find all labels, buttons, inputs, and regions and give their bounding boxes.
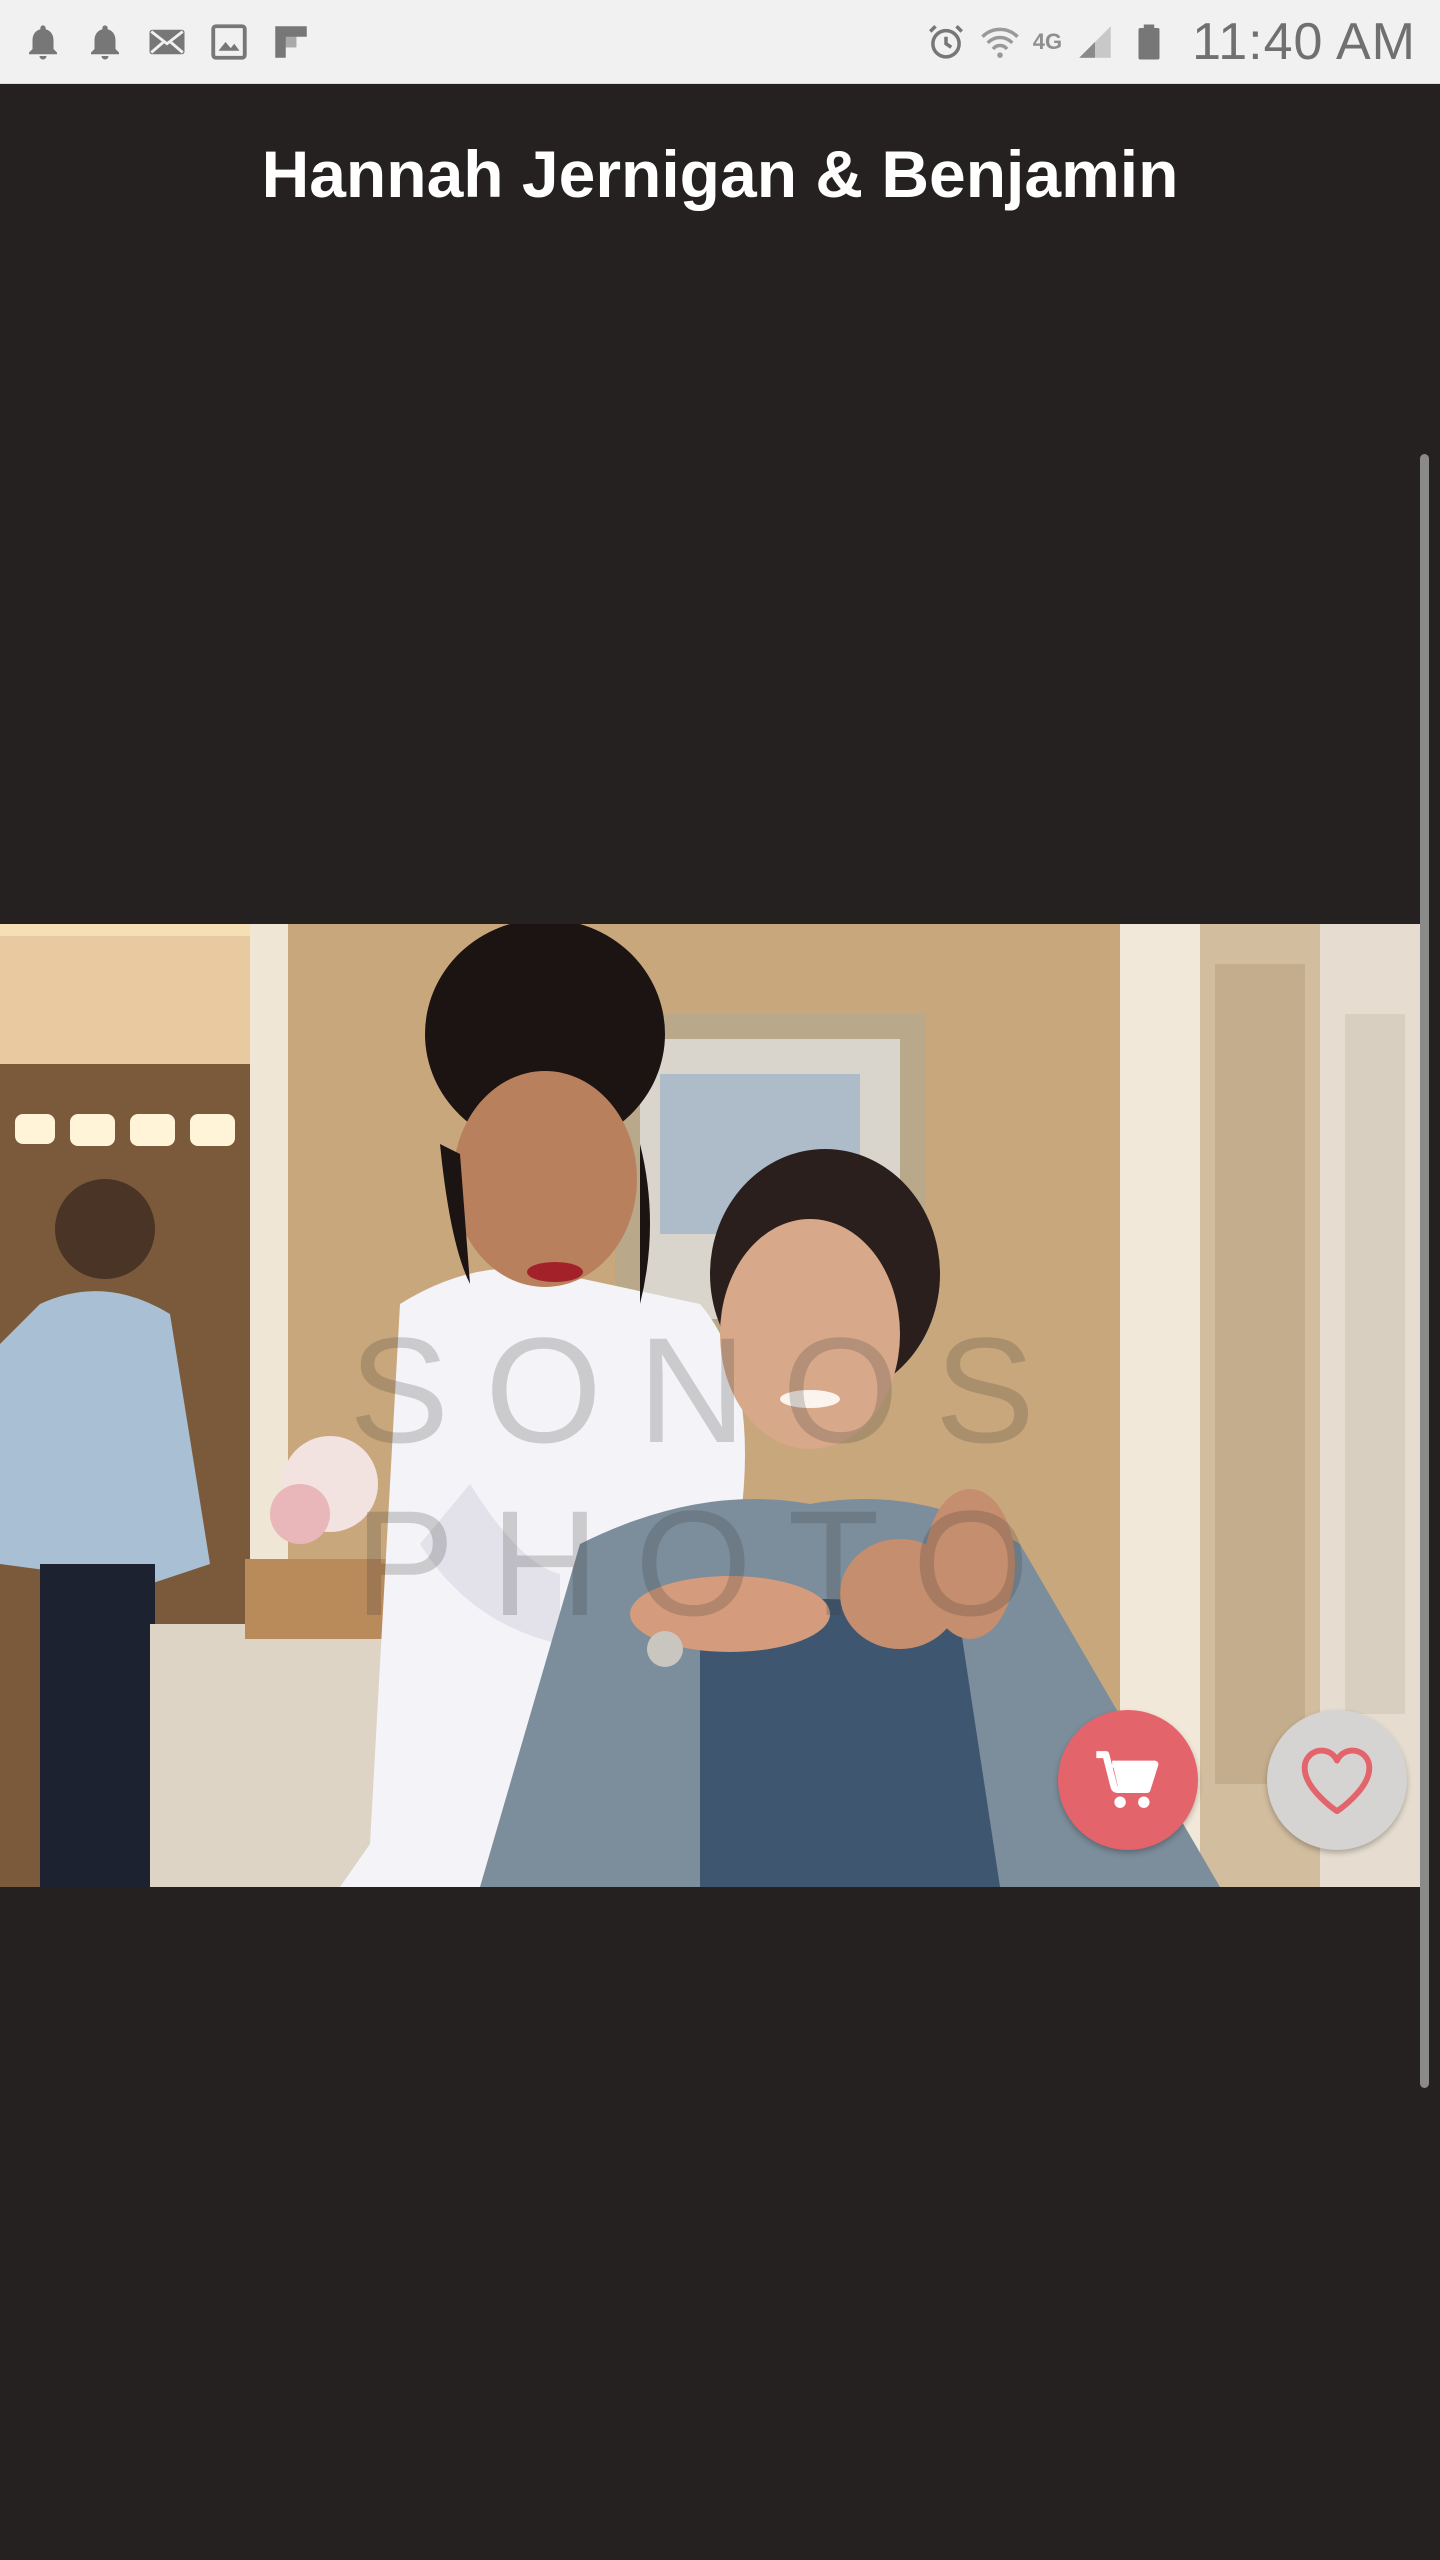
mail-icon [146,21,188,63]
network-type: 4G [1032,29,1063,54]
bell-icon [22,21,64,63]
cart-icon [1096,1751,1159,1808]
add-to-cart-button[interactable] [1058,1710,1198,1850]
notification-icons [22,18,312,66]
scrollbar[interactable] [1420,454,1429,2088]
favorite-button[interactable] [1267,1710,1407,1850]
page-title: Hannah Jernigan & Benjamin [261,137,1179,211]
gallery-photo[interactable]: SONOS PHOTO [0,924,1420,1887]
image-icon [208,21,250,63]
wifi-icon [979,21,1021,63]
signal-icon [1074,21,1116,63]
photo-watermark: SONOS PHOTO [349,1306,1071,1647]
alarm-icon [925,21,967,63]
flipboard-icon [270,21,312,63]
system-icons: 4G 11:40 AM [925,12,1416,72]
heart-icon [1301,1747,1373,1815]
battery-icon [1128,21,1170,63]
bell-icon [84,21,126,63]
clock: 11:40 AM [1192,13,1416,71]
status-bar: 4G 11:40 AM [0,0,1440,84]
